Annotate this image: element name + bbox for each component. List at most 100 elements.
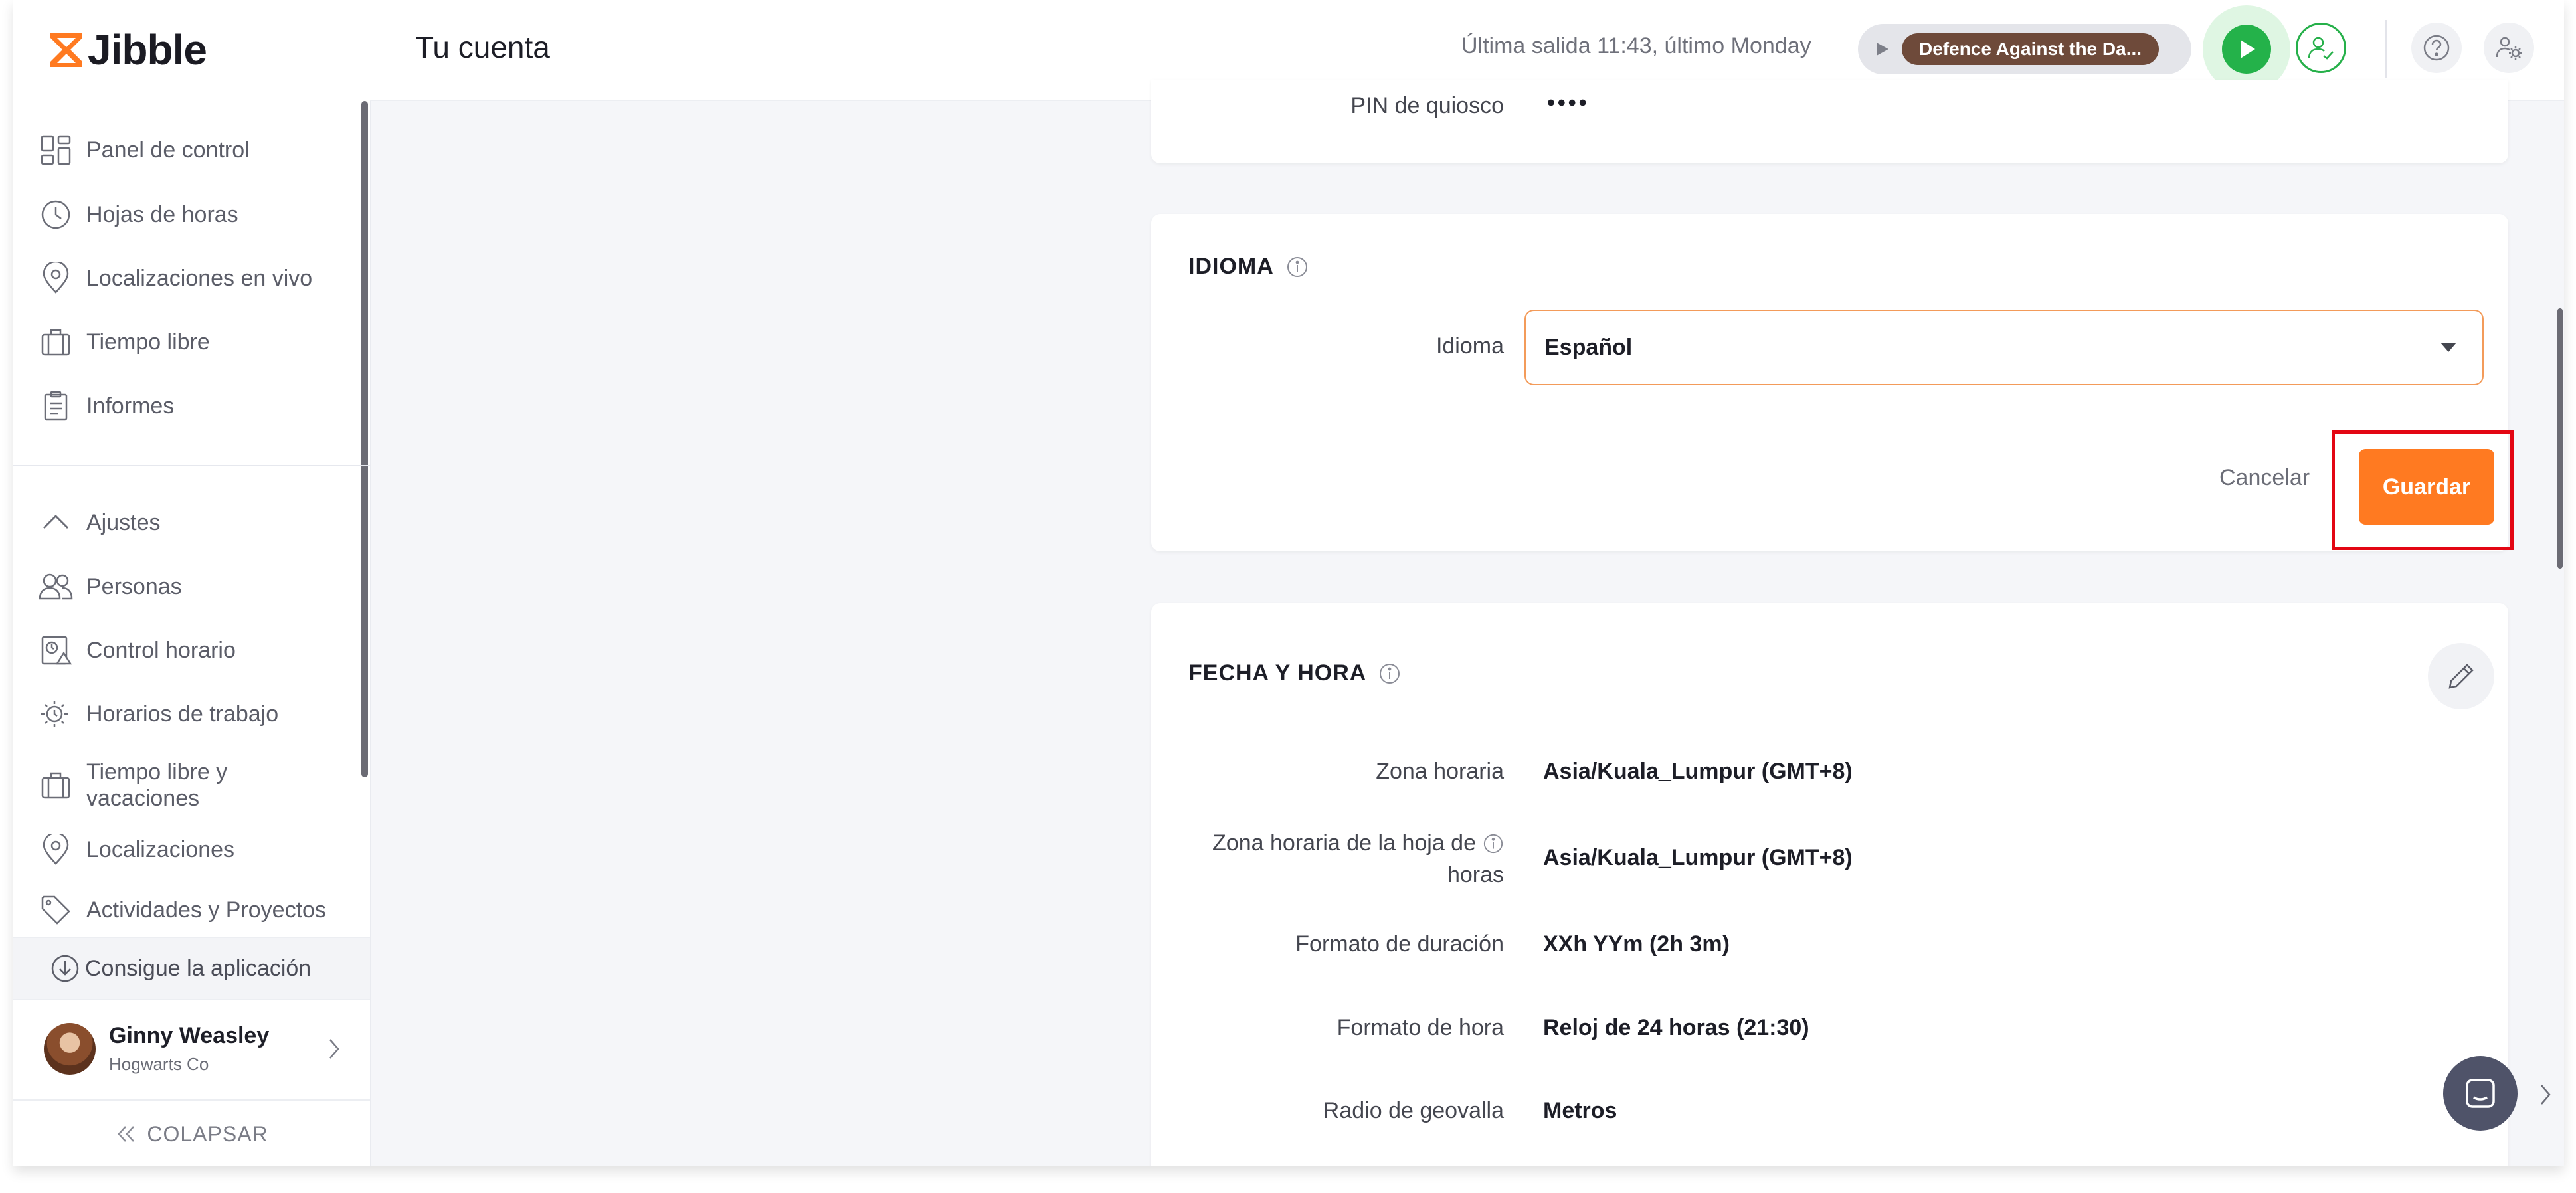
timesheet-timezone-label-line2: horas [1447,862,1504,887]
chevron-up-icon [39,505,73,540]
user-name: Ginny Weasley [109,1023,270,1048]
geofence-radius-label: Radio de geovalla [1323,1098,1504,1123]
suitcase-icon [39,325,73,359]
people-icon [39,569,73,604]
sidebar-divider [13,465,370,466]
time-tracking-icon [39,633,73,668]
sidebar-item-label: Ajustes [86,509,161,535]
timesheet-timezone-label-text: Zona horaria de la hoja de [1212,830,1476,856]
sidebar-item-label: Tiempo libre [86,329,210,355]
timezone-value: Asia/Kuala_Lumpur (GMT+8) [1543,759,1853,784]
info-icon[interactable] [1483,833,1504,854]
time-format-label: Formato de hora [1336,1015,1504,1040]
clock-icon [39,197,73,232]
collapse-sidebar-button[interactable]: COLAPSAR [13,1099,370,1166]
language-selected-value: Español [1544,334,1633,360]
double-chevron-left-icon [115,1124,138,1144]
suitcase-icon [39,768,73,802]
app-window: Jibble Panel de control Hojas de horas L… [13,0,2564,1166]
sidebar-item-activities-projects[interactable]: Actividades y Proyectos [39,890,344,930]
timesheet-timezone-label-line1: Zona horaria de la hoja de [1212,830,1504,856]
jibble-logo[interactable]: Jibble [48,25,207,74]
section-title-text: FECHA Y HORA [1188,660,1367,686]
sidebar-scrollbar[interactable] [361,101,368,777]
play-icon [1875,41,1890,57]
sidebar-item-reports[interactable]: Informes [39,383,344,429]
section-title-text: IDIOMA [1188,254,1274,279]
header-divider [2385,20,2387,78]
location-pin-icon [39,832,73,867]
sidebar-item-dashboard[interactable]: Panel de control [39,127,344,173]
last-clock-out-text: Última salida 11:43, último Monday [1461,33,1811,58]
get-app-button[interactable]: Consigue la aplicación [13,937,370,1000]
timezone-label: Zona horaria [1376,759,1504,784]
duration-format-label: Formato de duración [1295,931,1504,957]
sidebar-item-timesheets[interactable]: Hojas de horas [39,191,344,238]
dashboard-icon [39,133,73,167]
info-icon[interactable] [1286,256,1309,278]
timesheet-timezone-value: Asia/Kuala_Lumpur (GMT+8) [1543,845,1853,870]
info-icon[interactable] [1378,662,1401,685]
language-section-title: IDIOMA [1188,254,1309,280]
sidebar-item-label: Personas [86,573,182,599]
date-time-card: FECHA Y HORA Zona horaria Asia/Kuala_Lum… [1151,603,2508,1166]
sidebar-item-label: Localizaciones en vivo [86,265,313,291]
location-pin-icon [39,261,73,296]
kiosk-pin-label: PIN de quiosco [1350,93,1504,118]
pencil-icon [2444,660,2478,693]
main-scrollbar[interactable] [2557,308,2563,569]
sidebar-item-live-locations[interactable]: Localizaciones en vivo [39,255,344,302]
language-card: IDIOMA Idioma Español Cancelar Guardar [1151,214,2514,551]
tag-icon [39,893,73,927]
language-select[interactable]: Español [1524,310,2484,385]
date-time-section-title: FECHA Y HORA [1188,660,1401,686]
duration-format-value: XXh YYm (2h 3m) [1543,931,1730,957]
get-app-label: Consigue la aplicación [85,955,312,981]
sidebar-item-label: Control horario [86,637,236,663]
sidebar-item-label: Hojas de horas [86,201,238,227]
current-activity-pill[interactable]: Defence Against the Da... [1858,24,2191,74]
person-clock-icon [2306,33,2336,62]
chevron-right-icon[interactable] [2537,1081,2553,1108]
work-schedule-icon [39,697,73,731]
report-icon [39,389,73,423]
caret-down-icon [2440,342,2457,353]
sidebar-item-label: Horarios de trabajo [86,701,279,727]
sidebar-item-time-tracking[interactable]: Control horario [39,627,344,674]
sidebar-item-settings[interactable]: Ajustes [39,500,344,546]
activity-tag: Defence Against the Da... [1902,33,2160,65]
user-organization: Hogwarts Co [109,1054,209,1074]
help-button[interactable] [2411,23,2462,73]
app-name: Jibble [88,26,207,74]
kiosk-mode-button[interactable] [2296,23,2346,73]
user-profile[interactable]: Ginny Weasley Hogwarts Co [13,1000,370,1098]
sidebar-item-people[interactable]: Personas [39,563,344,610]
kiosk-pin-value: •••• [1547,90,1590,116]
time-format-value: Reloj de 24 horas (21:30) [1543,1015,1809,1040]
sidebar-item-label: Actividades y Proyectos [86,897,326,923]
sidebar-item-label: Informes [86,393,175,418]
geofence-radius-value: Metros [1543,1098,1617,1123]
language-label: Idioma [1435,333,1504,359]
sidebar-item-time-off-vacations[interactable]: Tiempo libre y vacaciones [39,755,344,816]
team-gear-icon [2494,33,2524,62]
sidebar-item-work-schedules[interactable]: Horarios de trabajo [39,691,344,737]
team-settings-button[interactable] [2484,23,2534,73]
sidebar-item-locations[interactable]: Localizaciones [39,826,344,873]
save-button[interactable]: Guardar [2359,449,2494,525]
hourglass-logo-icon [48,30,85,70]
sidebar-item-label: Localizaciones [86,836,235,862]
page-title: Tu cuenta [415,30,550,64]
sidebar-item-time-off[interactable]: Tiempo libre [39,319,344,365]
sidebar-item-label: Tiempo libre y vacaciones [86,759,228,811]
edit-button[interactable] [2428,643,2494,709]
play-icon [2222,25,2271,74]
chat-support-button[interactable] [2443,1056,2518,1131]
chat-icon [2462,1075,2499,1112]
chevron-right-icon [326,1036,342,1062]
download-icon [50,954,80,983]
sidebar-item-label: Panel de control [86,137,250,163]
kiosk-pin-card: PIN de quiosco •••• [1151,80,2508,163]
cancel-button[interactable]: Cancelar [2219,465,2310,491]
sidebar: Jibble Panel de control Hojas de horas L… [13,0,371,1166]
